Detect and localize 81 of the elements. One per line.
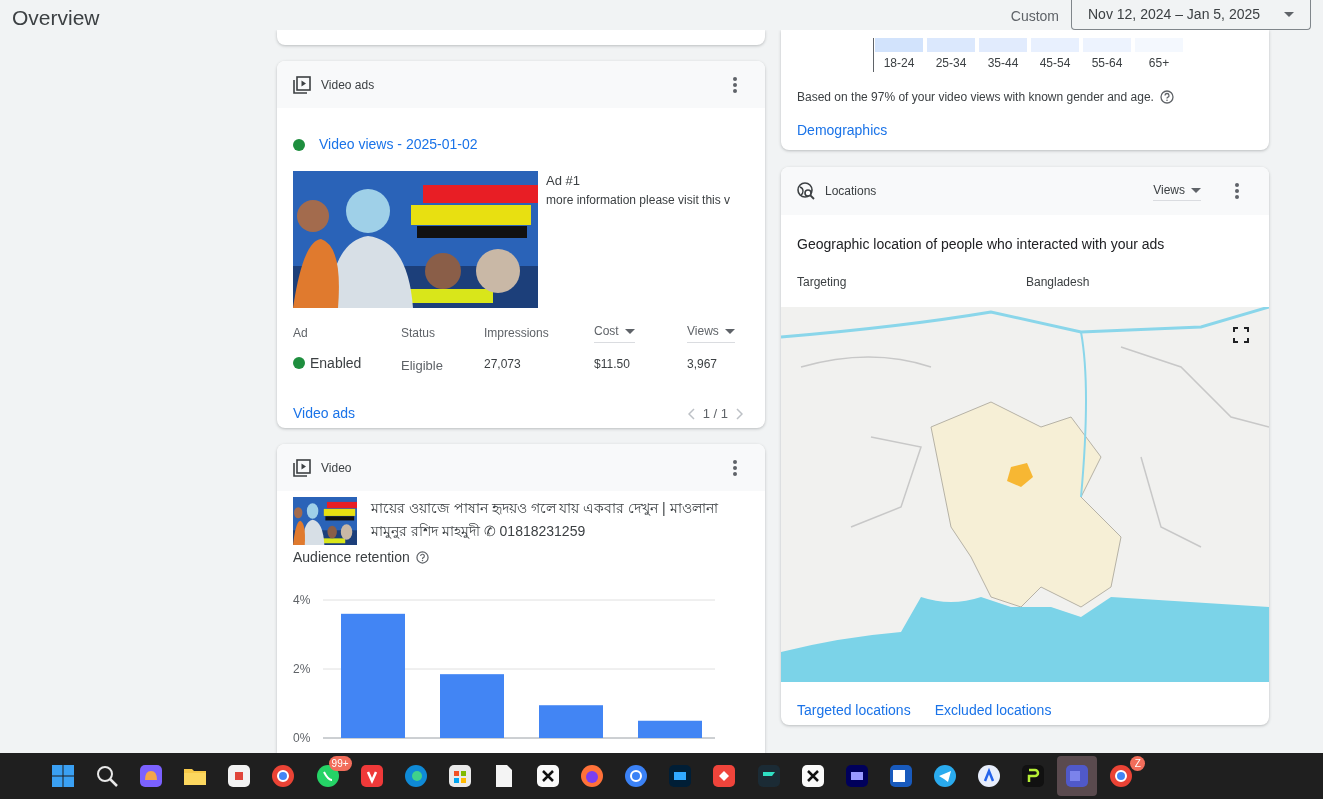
caret-icon bbox=[1191, 187, 1201, 193]
column-header[interactable]: Views bbox=[687, 322, 735, 343]
app-icon[interactable] bbox=[976, 764, 1001, 788]
card-title: Locations bbox=[825, 183, 877, 200]
card-title: Video bbox=[321, 459, 352, 477]
targeting-value: Bangladesh bbox=[1026, 274, 1090, 291]
age-label: 35-44 bbox=[987, 55, 1019, 72]
column-header[interactable]: Cost bbox=[594, 322, 635, 343]
age-bar bbox=[979, 38, 1027, 52]
video-title: মায়ের ওয়াজে পাষান হৃদয়ও গলে যায় একবার দেখুন | মাওলানা মামুনুর রশিদ মাহমুদী ✆ 01818231259 bbox=[371, 499, 720, 541]
chart-bar bbox=[539, 705, 603, 738]
ad-name: Ad #1 bbox=[546, 172, 581, 190]
app-icon[interactable] bbox=[888, 764, 913, 788]
globe-search-icon bbox=[797, 182, 815, 200]
age-bar bbox=[875, 38, 923, 52]
range-label: Custom bbox=[1010, 7, 1059, 26]
app-icon[interactable] bbox=[668, 764, 693, 788]
app-icon[interactable] bbox=[932, 764, 957, 788]
card-title: Video ads bbox=[321, 76, 375, 94]
axis-tick-label: 0% bbox=[293, 731, 311, 745]
table-cell: 27,073 bbox=[484, 357, 521, 371]
table-cell: 3,967 bbox=[687, 357, 718, 371]
note-text: Based on the 97% of your video views with known gender and age. bbox=[797, 89, 1154, 106]
video-library-icon bbox=[293, 75, 311, 94]
app-icon[interactable] bbox=[844, 764, 869, 788]
pager-text: 1 / 1 bbox=[702, 404, 728, 423]
video-ads-link[interactable]: Video ads bbox=[293, 403, 355, 424]
column-header: Status bbox=[401, 324, 436, 342]
axis-tick-label: 2% bbox=[293, 662, 311, 676]
more-icon[interactable] bbox=[1235, 183, 1239, 199]
windows-icon[interactable] bbox=[51, 764, 75, 788]
table-cell: Eligible bbox=[401, 358, 443, 373]
metric-dropdown[interactable]: Views bbox=[1153, 181, 1201, 201]
demographics-link[interactable]: Demographics bbox=[797, 120, 888, 141]
section-heading: Geographic location of people who interacted with your ads bbox=[796, 235, 1166, 254]
sort-caret-icon bbox=[624, 328, 635, 334]
help-icon[interactable] bbox=[415, 551, 429, 564]
column-header: Ad bbox=[293, 324, 308, 342]
page-title: Overview bbox=[12, 5, 100, 31]
app-icon[interactable] bbox=[403, 764, 428, 788]
app-icon[interactable] bbox=[139, 764, 164, 788]
help-icon[interactable] bbox=[1159, 90, 1174, 104]
table-cell: $11.50 bbox=[594, 357, 630, 371]
notification-badge: 99+ bbox=[328, 756, 352, 771]
app-icon[interactable] bbox=[756, 764, 781, 788]
targeting-label: Targeting bbox=[797, 274, 848, 291]
app-icon[interactable] bbox=[624, 764, 649, 788]
column-header: Impressions bbox=[484, 324, 549, 342]
section-title: Audience retention bbox=[293, 548, 410, 567]
app-icon[interactable] bbox=[1109, 764, 1134, 788]
app-icon[interactable] bbox=[536, 764, 561, 788]
app-icon[interactable] bbox=[227, 764, 252, 788]
app-icon[interactable] bbox=[712, 764, 737, 788]
more-icon[interactable] bbox=[733, 76, 737, 93]
fullscreen-icon[interactable] bbox=[1233, 327, 1249, 343]
location-link[interactable]: Targeted locations bbox=[797, 700, 911, 721]
age-label: 55-64 bbox=[1091, 55, 1123, 72]
age-bar bbox=[927, 38, 975, 52]
age-label: 45-54 bbox=[1039, 55, 1071, 72]
age-label: 25-34 bbox=[935, 55, 967, 72]
app-icon[interactable] bbox=[1021, 764, 1046, 788]
search-icon[interactable] bbox=[95, 764, 120, 788]
more-icon[interactable] bbox=[733, 459, 737, 476]
app-icon[interactable] bbox=[800, 764, 825, 788]
chart-bar bbox=[638, 720, 702, 738]
table-cell-text: Enabled bbox=[310, 353, 362, 373]
location-link[interactable]: Excluded locations bbox=[934, 700, 1052, 721]
app-icon[interactable] bbox=[359, 764, 384, 788]
age-label: 18-24 bbox=[883, 55, 915, 72]
ad-description: more information please visit this v bbox=[546, 191, 731, 209]
notification-badge: Z bbox=[1130, 756, 1146, 771]
axis-tick-label: 4% bbox=[293, 593, 311, 607]
age-label: 65+ bbox=[1148, 55, 1170, 72]
caret-icon bbox=[1284, 12, 1294, 17]
chart-bar bbox=[440, 674, 504, 738]
video-library-icon bbox=[293, 458, 311, 477]
app-icon[interactable] bbox=[580, 764, 605, 788]
sort-caret-icon bbox=[724, 328, 735, 334]
campaign-link[interactable]: Video views - 2025-01-02 bbox=[319, 134, 478, 155]
app-icon[interactable] bbox=[447, 764, 472, 788]
app-icon[interactable] bbox=[271, 764, 296, 788]
